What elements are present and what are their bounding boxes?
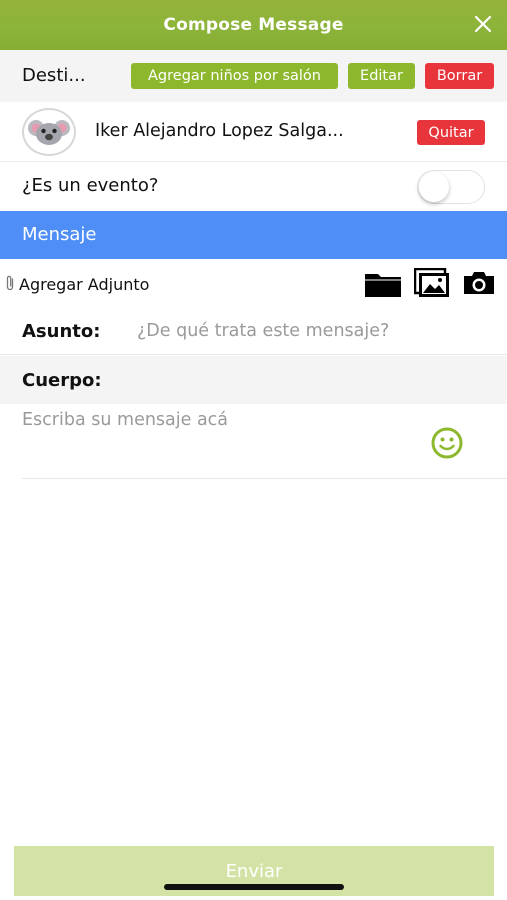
event-label: ¿Es un evento? <box>22 175 159 196</box>
body-textarea[interactable] <box>22 410 422 470</box>
header-bar: Compose Message <box>0 0 507 50</box>
folder-icon[interactable] <box>364 270 402 302</box>
emoji-icon[interactable] <box>431 427 463 463</box>
page-title: Compose Message <box>163 15 344 35</box>
add-attachment-label[interactable]: Agregar Adjunto <box>19 275 149 294</box>
body-divider <box>22 478 507 479</box>
body-label: Cuerpo: <box>22 370 102 391</box>
message-section-title: Mensaje <box>22 224 97 245</box>
edit-button[interactable]: Editar <box>348 63 415 89</box>
delete-button[interactable]: Borrar <box>425 63 494 89</box>
subject-label: Asunto: <box>22 321 101 342</box>
remove-recipient-button[interactable]: Quitar <box>417 120 485 145</box>
close-icon[interactable] <box>471 12 495 36</box>
toggle-knob <box>419 172 449 202</box>
recipient-name: Iker Alejandro Lopez Salga... <box>95 121 344 141</box>
camera-icon[interactable] <box>462 270 496 300</box>
add-by-room-button[interactable]: Agregar niños por salón <box>131 63 338 89</box>
event-toggle[interactable] <box>417 170 485 204</box>
koala-avatar-icon <box>22 108 76 156</box>
paperclip-icon[interactable] <box>4 274 16 296</box>
subject-input[interactable] <box>137 316 497 346</box>
message-section-header: Mensaje <box>0 211 507 259</box>
recipients-label: Desti... <box>22 65 86 86</box>
gallery-icon[interactable] <box>413 267 450 302</box>
home-indicator <box>164 884 344 890</box>
